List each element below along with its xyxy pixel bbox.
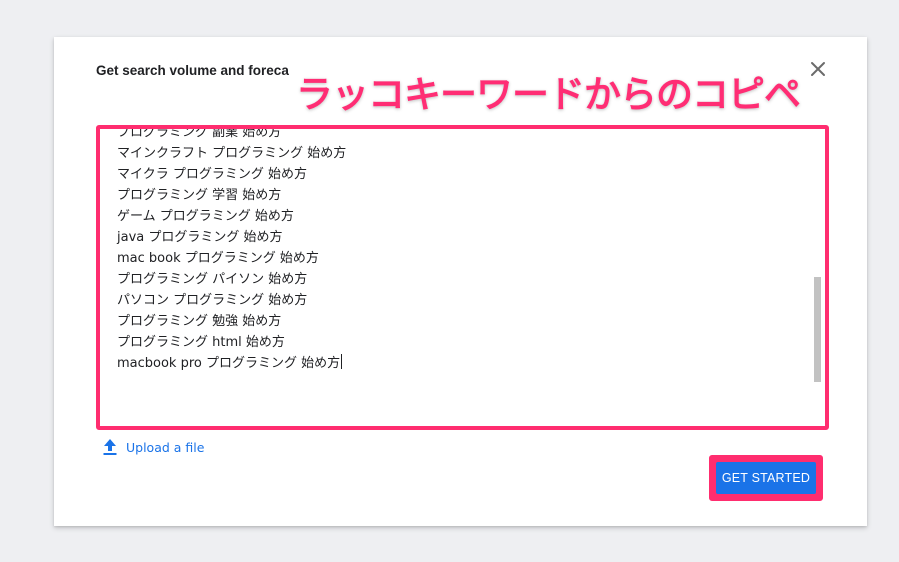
get-started-button[interactable]: GET STARTED — [716, 462, 816, 494]
upload-file-label: Upload a file — [126, 439, 205, 455]
keyword-line: プログラミング 学習 始め方 — [117, 188, 282, 203]
keyword-line: プログラミング 勉強 始め方 — [117, 314, 282, 329]
annotation-label: ラッコキーワードからのコピペ — [294, 71, 803, 118]
close-button[interactable] — [806, 57, 830, 81]
dialog-title: Get search volume and foreca — [96, 63, 289, 78]
keyword-line: パソコン プログラミング 始め方 — [117, 293, 308, 308]
keyword-line: ゲーム プログラミング 始め方 — [117, 209, 294, 224]
close-icon — [811, 62, 825, 76]
keyword-line: プログラミング 副業 始め方 — [117, 125, 282, 140]
keyword-line-text: macbook pro プログラミング 始め方 — [117, 356, 341, 371]
keywords-textarea[interactable]: プログラミング 副業 始め方 マインクラフト プログラミング 始め方 マイクラ … — [96, 125, 829, 430]
text-caret — [341, 354, 343, 369]
keyword-line: プログラミング パイソン 始め方 — [117, 272, 308, 287]
get-started-highlight: GET STARTED — [709, 455, 823, 501]
keyword-line-last: macbook pro プログラミング 始め方 — [117, 353, 807, 374]
keyword-line: マインクラフト プログラミング 始め方 — [117, 146, 347, 161]
upload-file-link[interactable]: Upload a file — [102, 438, 204, 456]
keyword-line: java プログラミング 始め方 — [117, 230, 283, 245]
upload-icon — [103, 439, 117, 455]
keyword-line: mac book プログラミング 始め方 — [117, 251, 319, 266]
scrollbar-thumb[interactable] — [814, 277, 821, 382]
keyword-line: プログラミング html 始め方 — [117, 335, 285, 350]
keyword-line: マイクラ プログラミング 始め方 — [117, 167, 308, 182]
keywords-list: プログラミング 副業 始め方 マインクラフト プログラミング 始め方 マイクラ … — [117, 125, 807, 374]
